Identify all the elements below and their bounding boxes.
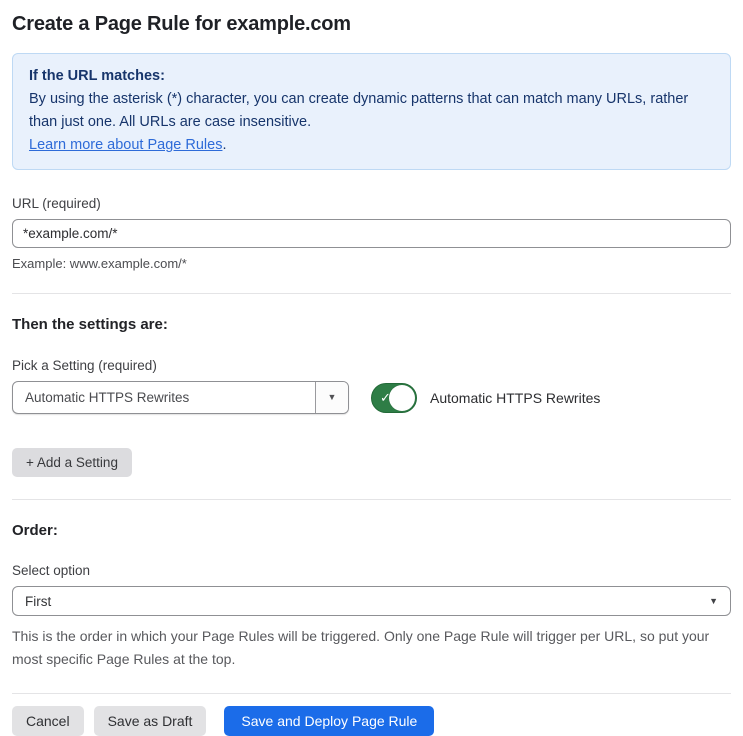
learn-more-link[interactable]: Learn more about Page Rules	[29, 137, 222, 153]
footer-divider	[12, 693, 731, 694]
select-arrow-icon: ▼	[709, 595, 718, 606]
url-field-group: URL (required) Example: www.example.com/…	[12, 196, 731, 271]
order-select[interactable]: First ▼	[12, 586, 731, 616]
https-rewrites-toggle-label: Automatic HTTPS Rewrites	[430, 389, 601, 406]
save-and-deploy-button[interactable]: Save and Deploy Page Rule	[224, 706, 435, 736]
section-divider	[12, 293, 731, 294]
link-period: .	[222, 137, 227, 153]
info-box-heading: If the URL matches:	[29, 68, 165, 84]
add-setting-button[interactable]: + Add a Setting	[12, 448, 132, 477]
pick-setting-label: Pick a Setting (required)	[12, 358, 157, 373]
https-rewrites-toggle[interactable]: ✓	[371, 382, 417, 413]
setting-dropdown-value: Automatic HTTPS Rewrites	[25, 390, 190, 405]
setting-dropdown-arrow-button[interactable]: ▼	[315, 382, 348, 413]
cancel-button[interactable]: Cancel	[12, 706, 84, 736]
create-page-rule-form: Create a Page Rule for example.com If th…	[0, 0, 743, 736]
setting-dropdown[interactable]: Automatic HTTPS Rewrites ▼	[12, 381, 349, 414]
info-link-line: Learn more about Page Rules.	[29, 134, 714, 157]
url-input[interactable]	[12, 219, 731, 248]
setting-row: Automatic HTTPS Rewrites ▼ ✓ Automatic H…	[12, 381, 731, 414]
footer-actions: Cancel Save as Draft Save and Deploy Pag…	[12, 706, 731, 736]
order-section-heading: Order:	[12, 522, 58, 539]
order-helper-text: This is the order in which your Page Rul…	[12, 628, 710, 667]
url-label: URL (required)	[12, 196, 101, 211]
section-divider	[12, 499, 731, 500]
select-option-label: Select option	[12, 563, 91, 578]
order-select-value: First	[25, 593, 52, 609]
url-match-info-box: If the URL matches: By using the asteris…	[12, 53, 731, 170]
page-title: Create a Page Rule for example.com	[12, 13, 351, 35]
settings-section-heading: Then the settings are:	[12, 316, 168, 333]
url-example-helper: Example: www.example.com/*	[12, 256, 187, 271]
save-as-draft-button[interactable]: Save as Draft	[93, 706, 207, 736]
info-box-body: By using the asterisk (*) character, you…	[29, 91, 689, 130]
chevron-down-icon: ▼	[327, 392, 337, 402]
https-rewrites-toggle-group: ✓ Automatic HTTPS Rewrites	[371, 382, 601, 413]
toggle-knob	[389, 384, 415, 411]
